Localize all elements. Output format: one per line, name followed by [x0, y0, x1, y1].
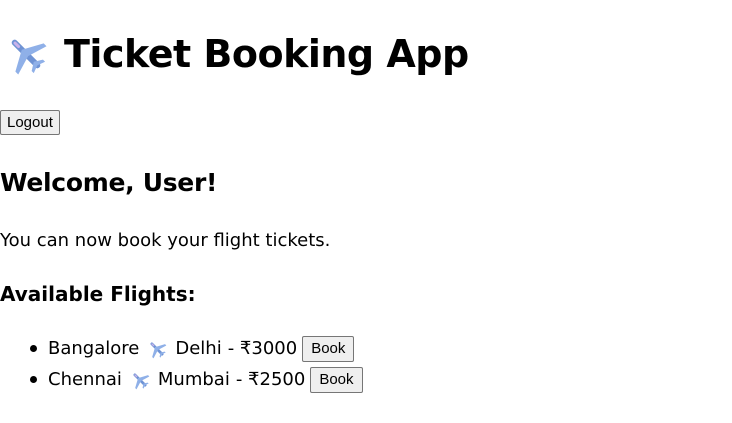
bullet-icon: [30, 376, 37, 383]
list-item: Bangalore Delhi - ₹3000 Book: [0, 333, 363, 364]
logout-button[interactable]: Logout: [0, 110, 60, 135]
list-item: Chennai Mumbai - ₹2500 Book: [0, 364, 363, 395]
flight-destination: Delhi: [175, 338, 222, 359]
book-button[interactable]: Book: [302, 335, 355, 362]
airplane-icon: [133, 372, 150, 389]
flight-list: Bangalore Delhi - ₹3000 Book Chennai Mum…: [0, 333, 363, 395]
app-header: Ticket Booking App: [4, 28, 469, 80]
flight-destination: Mumbai: [157, 369, 230, 390]
airplane-icon: [150, 341, 167, 358]
welcome-message: You can now book your flight tickets.: [0, 230, 331, 251]
flight-origin: Chennai: [48, 369, 122, 390]
flight-price: - ₹3000: [227, 338, 298, 359]
page: Ticket Booking App Logout Welcome, User!…: [0, 0, 732, 423]
welcome-heading: Welcome, User!: [0, 168, 218, 197]
flight-price: - ₹2500: [235, 369, 306, 390]
book-button[interactable]: Book: [310, 366, 363, 393]
page-title: Ticket Booking App: [64, 32, 469, 76]
flight-origin: Bangalore: [48, 338, 140, 359]
airplane-icon: [11, 39, 47, 75]
bullet-icon: [30, 345, 37, 352]
flights-heading: Available Flights:: [0, 282, 196, 306]
